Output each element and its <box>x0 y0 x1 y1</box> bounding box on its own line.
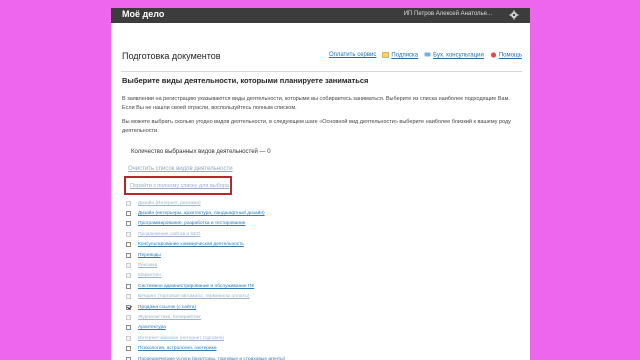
help-link-wrap[interactable]: Помощь <box>490 52 522 59</box>
activity-label[interactable]: Интернет-магазин (интернет торговля) <box>138 336 224 341</box>
consult-link-wrap[interactable]: Бух. консультации <box>424 52 484 59</box>
page-header: Подготовка документов Оплатить сервис По… <box>111 30 530 72</box>
activity-row[interactable]: Продажа ссылок (с сайта) <box>126 302 285 312</box>
activity-label[interactable]: Посреднические услуги (риэлторы, торговы… <box>138 357 285 360</box>
subscription-link-wrap[interactable]: Подписка <box>382 52 418 59</box>
activity-row[interactable]: Психология, астрология, эзотерика <box>126 343 285 353</box>
section-heading: Выберите виды деятельности, которыми пла… <box>122 76 369 85</box>
activity-checkbox <box>126 273 131 279</box>
chat-icon <box>424 52 431 57</box>
activity-label[interactable]: Психология, астрология, эзотерика <box>138 346 216 351</box>
activity-checkbox[interactable] <box>126 221 131 227</box>
header-divider <box>121 71 522 72</box>
activity-row[interactable]: Дизайн (интерьеры, архитектура, ландшафт… <box>126 208 285 218</box>
page-title: Подготовка документов <box>122 51 221 61</box>
highlight-box: Перейти к полному списку для выбора <box>124 176 232 195</box>
clear-list-link[interactable]: Очистить список видов деятельности <box>128 166 233 172</box>
consult-link[interactable]: Бух. консультации <box>433 53 484 59</box>
activity-checkbox[interactable] <box>126 346 131 352</box>
activity-checkbox <box>126 314 131 320</box>
header-links: Оплатить сервис Подписка Бух. консультац… <box>329 52 522 59</box>
activity-label[interactable]: Маркетинг <box>138 273 161 278</box>
envelope-icon <box>382 52 390 58</box>
activity-row[interactable]: Маркетинг <box>126 271 285 281</box>
app-logo[interactable]: Моё дело <box>122 9 164 19</box>
activity-checkbox[interactable] <box>126 356 131 360</box>
activity-checkbox[interactable] <box>126 304 131 310</box>
activity-checkbox[interactable] <box>126 211 131 217</box>
activity-row[interactable]: Программирование, разработка и тестирова… <box>126 219 285 229</box>
activity-label[interactable]: Продажа ссылок (с сайта) <box>138 305 196 310</box>
hint-paragraph: Вы можете выбрать сколько угодно видов д… <box>122 119 511 134</box>
activity-label[interactable]: Журналистика, Копирайтинг <box>138 315 201 320</box>
help-icon <box>490 52 496 58</box>
activity-row[interactable]: Вендинг (торговые автоматы, терминалы оп… <box>126 292 285 302</box>
pay-service-link[interactable]: Оплатить сервис <box>329 52 376 58</box>
activity-row[interactable]: Консультирование коммерческая деятельнос… <box>126 240 285 250</box>
activity-row[interactable]: Интернет-магазин (интернет торговля) <box>126 333 285 343</box>
activity-checkbox[interactable] <box>126 252 131 258</box>
main-content: Выберите виды деятельности, которыми пла… <box>122 76 518 360</box>
activity-row[interactable]: Реклама <box>126 260 285 270</box>
activity-row[interactable]: Журналистика, Копирайтинг <box>126 312 285 322</box>
activity-label[interactable]: Продвижение сайтов и SEO <box>138 232 201 237</box>
activity-label[interactable]: Архитектура <box>138 325 166 330</box>
gear-icon[interactable] <box>509 10 519 20</box>
activity-checkbox <box>126 294 131 300</box>
subscription-link[interactable]: Подписка <box>391 53 418 59</box>
activity-checkbox[interactable] <box>126 283 131 289</box>
activity-list: Дизайн (Интернет, реклама) Дизайн (интерь… <box>126 198 285 360</box>
intro-paragraph: В заявлении на регистрацию указываются в… <box>122 96 510 111</box>
selected-count: Количество выбранных видов деятельностей… <box>131 149 271 155</box>
activity-label[interactable]: Реклама <box>138 263 157 268</box>
activity-label[interactable]: Программирование, разработка и тестирова… <box>138 221 245 226</box>
activity-label[interactable]: Консультирование коммерческая деятельнос… <box>138 242 244 247</box>
app-window: Моё дело ИП Петров Алексей Анатолье... П… <box>111 8 530 360</box>
activity-label[interactable]: Дизайн (Интернет, реклама) <box>138 201 201 206</box>
activity-checkbox <box>126 263 131 269</box>
activity-row[interactable]: Посреднические услуги (риэлторы, торговы… <box>126 354 285 360</box>
activity-row[interactable]: Продвижение сайтов и SEO <box>126 229 285 239</box>
activity-label[interactable]: Системное администрирование и обслуживан… <box>138 284 254 289</box>
activity-checkbox[interactable] <box>126 325 131 331</box>
help-link[interactable]: Помощь <box>499 53 522 59</box>
activity-row[interactable]: Системное администрирование и обслуживан… <box>126 281 285 291</box>
activity-row[interactable]: Переводы <box>126 250 285 260</box>
activity-checkbox <box>126 335 131 341</box>
activity-label[interactable]: Дизайн (интерьеры, архитектура, ландшафт… <box>138 211 265 216</box>
full-list-link[interactable]: Перейти к полному списку для выбора <box>130 183 229 189</box>
activity-label[interactable]: Переводы <box>138 253 161 258</box>
activity-row[interactable]: Дизайн (Интернет, реклама) <box>126 198 285 208</box>
user-name[interactable]: ИП Петров Алексей Анатолье... <box>404 11 492 17</box>
activity-checkbox[interactable] <box>126 242 131 248</box>
activity-label[interactable]: Вендинг (торговые автоматы, терминалы оп… <box>138 294 249 299</box>
top-bar: Моё дело ИП Петров Алексей Анатолье... <box>111 8 530 23</box>
activity-checkbox <box>126 231 131 237</box>
activity-row[interactable]: Архитектура <box>126 323 285 333</box>
activity-checkbox <box>126 200 131 206</box>
